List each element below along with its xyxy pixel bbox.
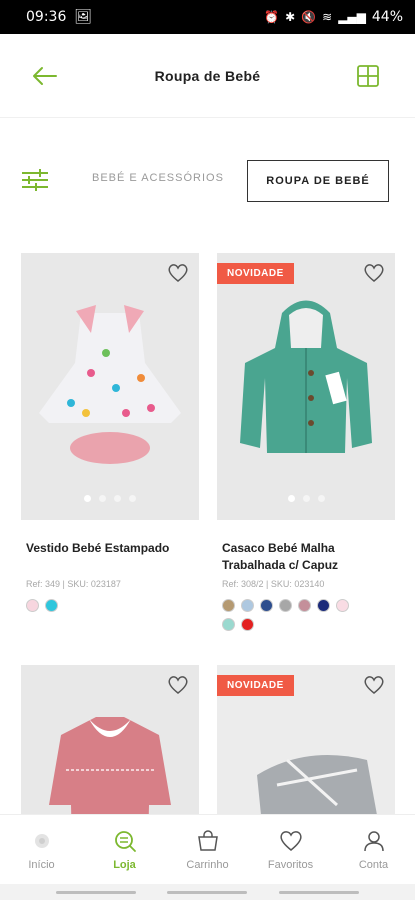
nav-label: Loja — [113, 859, 136, 871]
color-swatch[interactable] — [45, 599, 58, 612]
alarm-icon: ⏰ — [264, 10, 280, 24]
color-swatch[interactable] — [298, 599, 311, 612]
product-card[interactable]: NOVIDADE Casaco Bebé Malha Trabalhada c/… — [217, 253, 395, 631]
new-badge: NOVIDADE — [217, 263, 294, 284]
category-chip-roupa-bebe[interactable]: ROUPA DE BEBÉ — [247, 160, 389, 202]
app-header: Roupa de Bebé — [0, 34, 415, 118]
nav-label: Favoritos — [267, 859, 314, 871]
status-time: 09:36 — [26, 9, 67, 25]
carousel-dot[interactable] — [114, 495, 121, 502]
nav-item-carrinho[interactable]: Carrinho — [166, 815, 249, 884]
product-image[interactable] — [21, 253, 199, 520]
filter-sliders-icon[interactable] — [20, 168, 50, 192]
color-swatch[interactable] — [222, 599, 235, 612]
system-gesture-bar — [0, 884, 415, 900]
image-carousel-dots — [217, 495, 395, 502]
favorite-heart-icon[interactable] — [167, 263, 189, 283]
product-card[interactable]: Vestido Bebé Estampado Ref: 349 | SKU: 0… — [21, 253, 199, 612]
nav-label: Início — [28, 859, 55, 871]
nav-item-loja[interactable]: Loja — [83, 815, 166, 884]
product-ref: Ref: 308/2 | SKU: 023140 — [222, 579, 325, 589]
product-name[interactable]: Vestido Bebé Estampado — [21, 540, 199, 557]
product-ref: Ref: 349 | SKU: 023187 — [26, 579, 121, 589]
color-swatches — [217, 599, 367, 631]
nav-item-inicio[interactable]: Início — [0, 815, 83, 884]
bluetooth-icon: ✱ — [285, 10, 296, 24]
mute-icon: 🔇 — [301, 10, 317, 24]
home-icon — [34, 834, 49, 848]
heart-icon — [279, 831, 302, 851]
battery-level: 44% — [371, 9, 403, 25]
bottom-navigation: Início Loja Carrinho Favoritos Conta — [0, 814, 415, 884]
gesture-handle[interactable] — [167, 890, 248, 894]
carousel-dot[interactable] — [84, 495, 91, 502]
page-title: Roupa de Bebé — [154, 67, 261, 84]
signal-icon: ▂▄▆ — [338, 10, 366, 24]
back-arrow-icon[interactable] — [30, 64, 60, 88]
carousel-dot[interactable] — [317, 495, 325, 502]
color-swatch[interactable] — [279, 599, 292, 612]
filter-row: BEBÉ E ACESSÓRIOS ROUPA DE BEBÉ — [0, 160, 415, 202]
new-badge: NOVIDADE — [217, 675, 294, 696]
color-swatch[interactable] — [260, 599, 273, 612]
color-swatch[interactable] — [222, 618, 235, 631]
carousel-dot[interactable] — [99, 495, 106, 502]
carousel-dot[interactable] — [302, 495, 310, 502]
color-swatch[interactable] — [241, 618, 254, 631]
carousel-dot[interactable] — [129, 495, 136, 502]
category-chip-bebe-acessorios[interactable]: BEBÉ E ACESSÓRIOS — [92, 172, 224, 184]
wifi-icon: ≋ — [322, 10, 333, 24]
shop-search-icon — [114, 831, 136, 852]
nav-label: Carrinho — [186, 859, 229, 871]
gesture-handle[interactable] — [55, 890, 136, 894]
color-swatch[interactable] — [241, 599, 254, 612]
grid-view-icon[interactable] — [356, 64, 380, 88]
dress-illustration — [21, 253, 199, 520]
product-image[interactable]: NOVIDADE — [217, 253, 395, 520]
color-swatch[interactable] — [26, 599, 39, 612]
carousel-dot[interactable] — [287, 495, 295, 502]
cart-icon — [197, 830, 218, 851]
nav-item-favoritos[interactable]: Favoritos — [249, 815, 332, 884]
gallery-icon: 🖼 — [74, 9, 93, 25]
user-icon — [363, 831, 384, 852]
status-bar: 09:36 🖼 ⏰ ✱ 🔇 ≋ ▂▄▆ 44% — [0, 0, 415, 34]
color-swatch[interactable] — [336, 599, 349, 612]
favorite-heart-icon[interactable] — [363, 675, 385, 695]
favorite-heart-icon[interactable] — [363, 263, 385, 283]
color-swatches — [21, 599, 171, 612]
color-swatch[interactable] — [317, 599, 330, 612]
nav-label: Conta — [358, 859, 389, 871]
nav-item-conta[interactable]: Conta — [332, 815, 415, 884]
favorite-heart-icon[interactable] — [167, 675, 189, 695]
gesture-handle[interactable] — [279, 890, 360, 894]
product-name[interactable]: Casaco Bebé Malha Trabalhada c/ Capuz — [217, 540, 395, 574]
image-carousel-dots — [21, 495, 199, 502]
jacket-illustration — [217, 253, 395, 520]
